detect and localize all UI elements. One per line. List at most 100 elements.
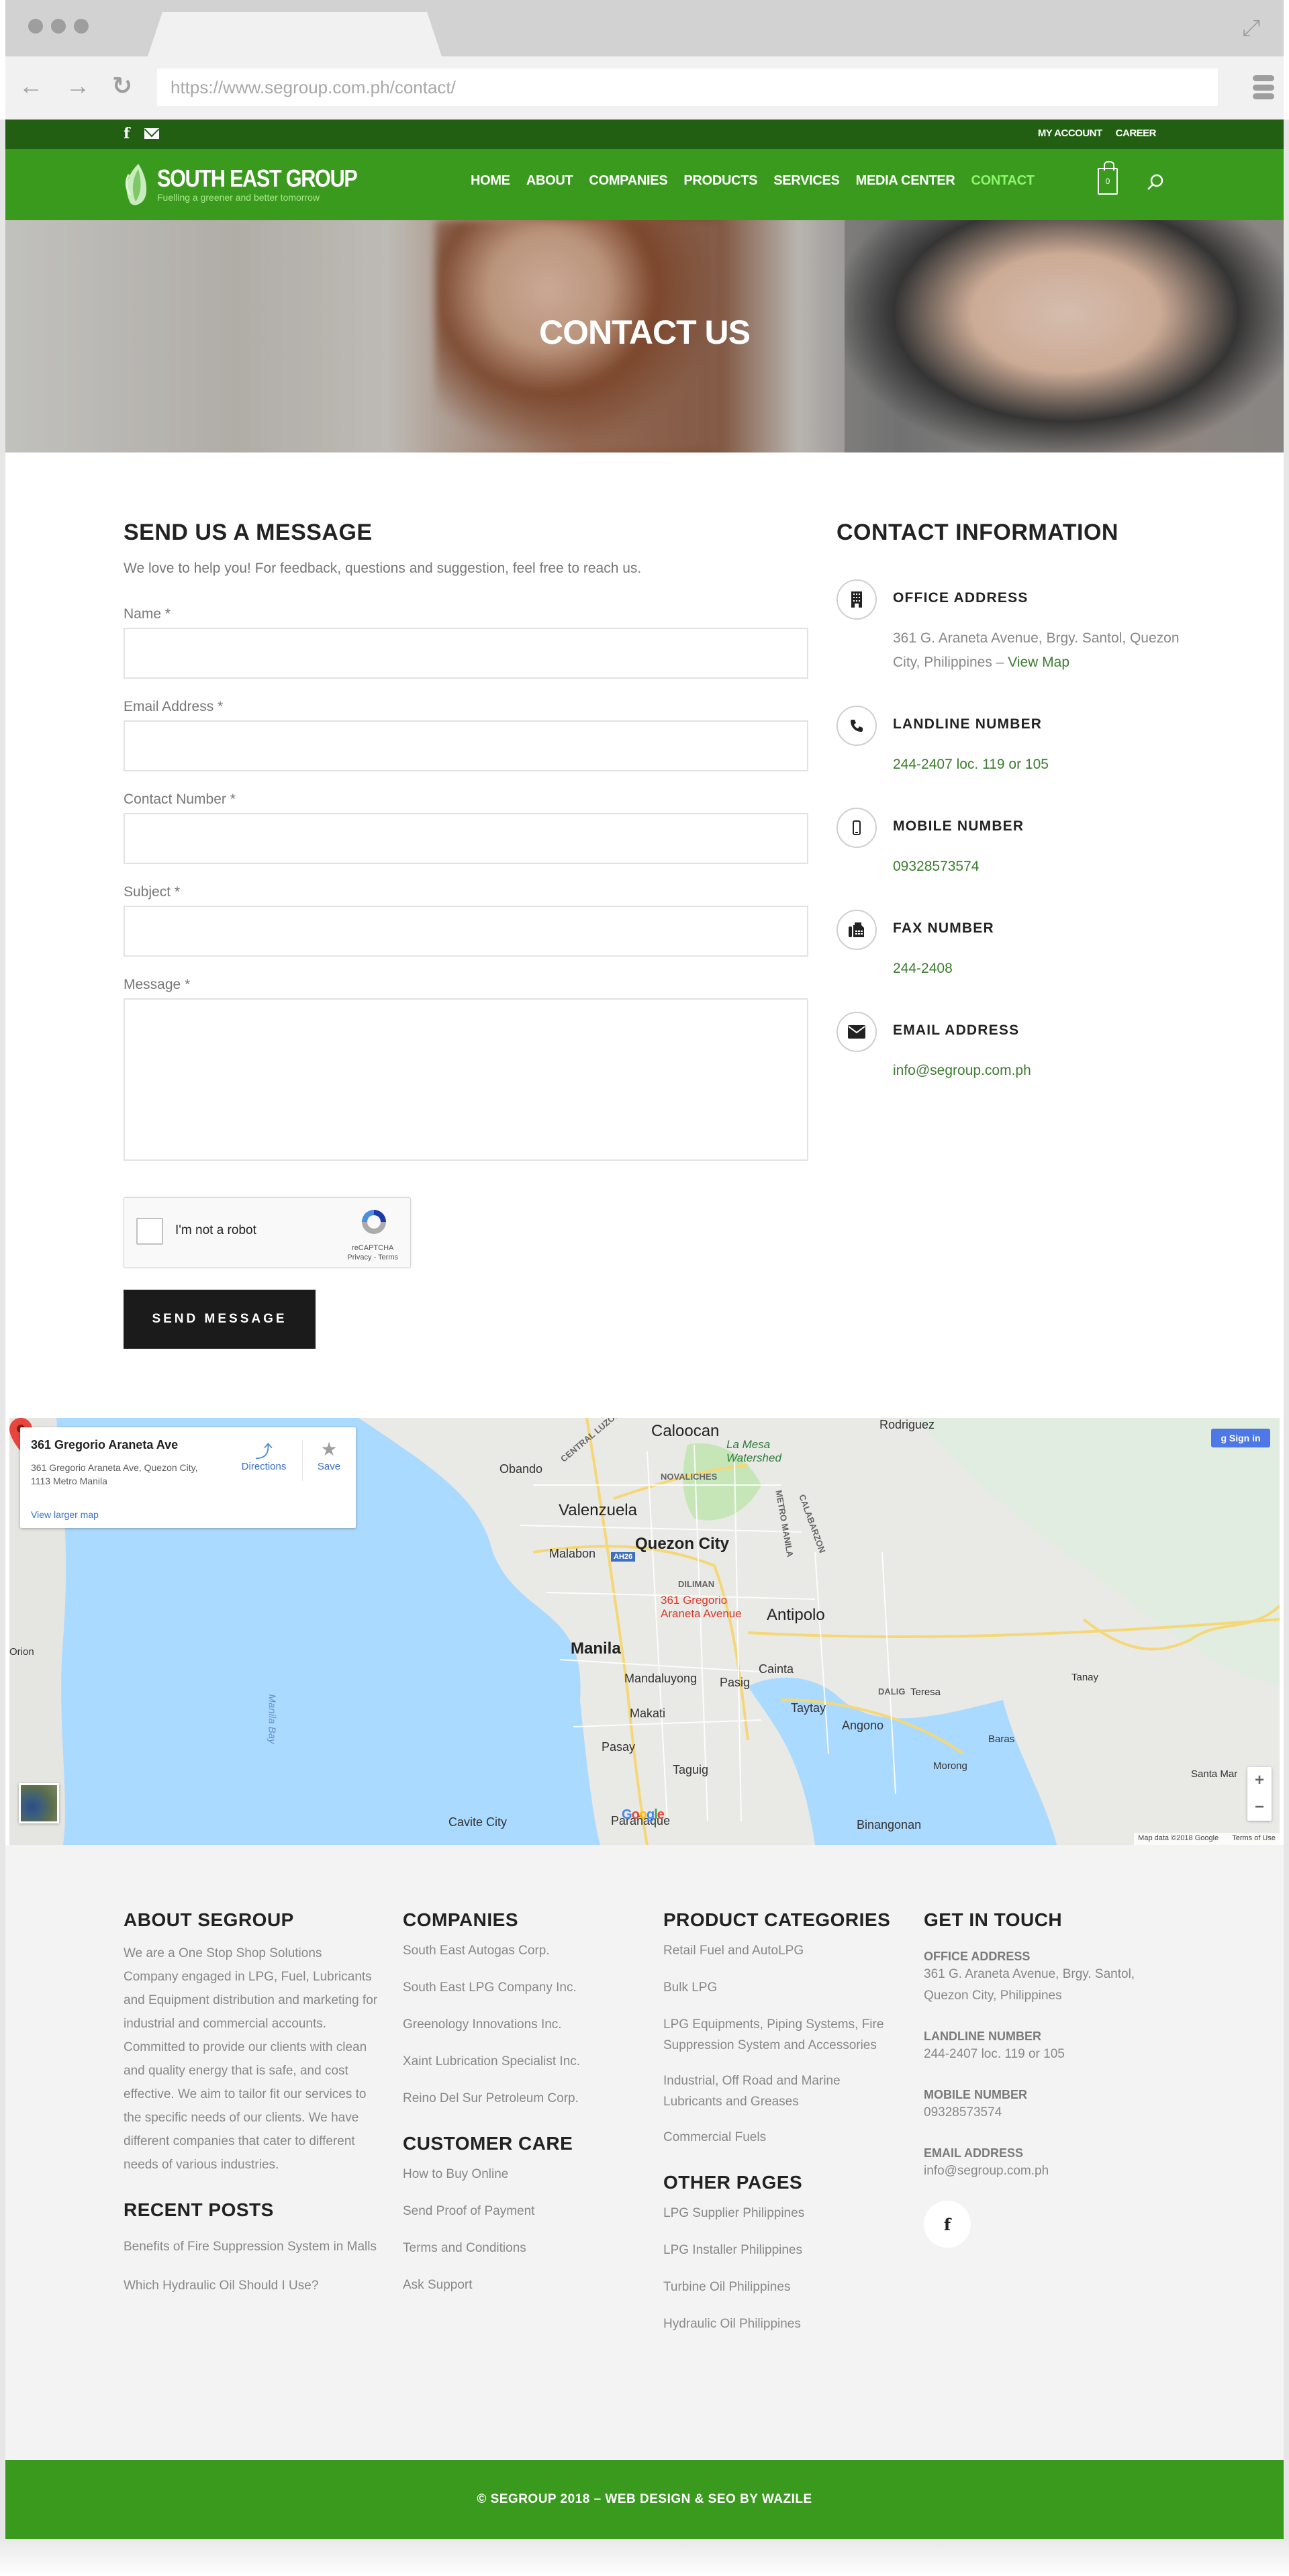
other-page-link[interactable]: Turbine Oil Philippines (663, 2277, 898, 2297)
google-map[interactable]: Caloocan Rodriguez Obando Valenzuela Que… (9, 1418, 1280, 1845)
satellite-view-toggle[interactable] (19, 1783, 59, 1823)
logo-tagline: Fuelling a greener and better tomorrow (157, 192, 320, 203)
name-field[interactable] (124, 628, 808, 679)
search-icon[interactable] (1147, 173, 1164, 191)
fax-heading: FAX NUMBER (893, 920, 994, 936)
company-link[interactable]: Greenology Innovations Inc. (403, 2014, 644, 2035)
map-place: Manila (571, 1639, 621, 1658)
footer-companies-title: COMPANIES (403, 1909, 518, 1930)
window-minimize-dot[interactable] (51, 19, 66, 34)
map-place: Cainta (759, 1662, 794, 1676)
topbar-links: MY ACCOUNT CAREER (1038, 128, 1157, 139)
customer-care-link[interactable]: Terms and Conditions (403, 2238, 644, 2258)
recaptcha-widget: I'm not a robot reCAPTCHA Privacy - Term… (124, 1197, 411, 1268)
contact-number-label: Contact Number * (124, 792, 236, 807)
form-intro: We love to help you! For feedback, quest… (124, 561, 642, 576)
customer-care-link[interactable]: Send Proof of Payment (403, 2201, 644, 2222)
nav-home[interactable]: HOME (471, 173, 510, 189)
recent-posts-title: RECENT POSTS (124, 2199, 274, 2220)
browser-tab[interactable] (148, 12, 442, 56)
map-place: Taytay (791, 1701, 826, 1715)
map-place: Baras (988, 1733, 1015, 1745)
recent-post-link[interactable]: Which Hydraulic Oil Should I Use? (124, 2275, 379, 2296)
mobile-value[interactable]: 09328573574 (893, 855, 1186, 879)
browser-menu-icon[interactable] (1253, 75, 1274, 99)
product-category-link[interactable]: Bulk LPG (663, 1977, 898, 1998)
shopping-bag-icon[interactable]: 0 (1098, 161, 1118, 195)
other-page-link[interactable]: LPG Supplier Philippines (663, 2203, 898, 2224)
landline-value[interactable]: 244-2407 loc. 119 or 105 (893, 753, 1186, 777)
company-link[interactable]: South East LPG Company Inc. (403, 1977, 644, 1998)
subject-field[interactable] (124, 906, 808, 957)
page-title: CONTACT US (538, 314, 751, 351)
recaptcha-checkbox[interactable] (136, 1218, 163, 1245)
product-category-link[interactable]: Industrial, Off Road and Marine Lubrican… (663, 2070, 898, 2112)
message-label: Message * (124, 977, 191, 992)
contact-number-field[interactable] (124, 813, 808, 864)
recaptcha-privacy-terms[interactable]: Privacy - Terms (347, 1253, 398, 1262)
company-link[interactable]: Reino Del Sur Petroleum Corp. (403, 2088, 644, 2109)
nav-services[interactable]: SERVICES (773, 173, 840, 189)
email-field[interactable] (124, 720, 808, 771)
zoom-in-button[interactable]: + (1247, 1767, 1272, 1794)
view-larger-map-link[interactable]: View larger map (31, 1509, 99, 1520)
product-categories-list: Retail Fuel and AutoLPG Bulk LPG LPG Equ… (663, 1940, 898, 2148)
recaptcha-logo-icon (362, 1210, 386, 1234)
map-park-label: La Mesa Watershed (726, 1438, 781, 1464)
map-sign-in-button[interactable]: g Sign in (1211, 1429, 1270, 1447)
window-maximize-dot[interactable] (74, 19, 89, 34)
map-place: Mandaluyong (624, 1672, 698, 1685)
footer-email-value[interactable]: info@segroup.com.ph (924, 2160, 1179, 2182)
nav-companies[interactable]: COMPANIES (589, 173, 667, 189)
contact-information: CONTACT INFORMATION OFFICE ADDRESS 361 G… (837, 520, 1186, 1083)
company-link[interactable]: South East Autogas Corp. (403, 1940, 644, 1961)
directions-button[interactable]: ⤴ Directions (234, 1438, 294, 1472)
footer-product-categories: PRODUCT CATEGORIES Retail Fuel and AutoL… (663, 1909, 898, 2350)
site-logo[interactable]: SOUTH EAST GROUP Fuelling a greener and … (124, 162, 392, 207)
career-link[interactable]: CAREER (1116, 128, 1157, 139)
facebook-icon[interactable]: f (124, 125, 130, 142)
customer-care-link[interactable]: How to Buy Online (403, 2164, 644, 2185)
recent-post-link[interactable]: Benefits of Fire Suppression System in M… (124, 2234, 379, 2259)
other-page-link[interactable]: LPG Installer Philippines (663, 2240, 898, 2260)
customer-care-link[interactable]: Ask Support (403, 2275, 644, 2295)
product-category-link[interactable]: LPG Equipments, Piping Systems, Fire Sup… (663, 2014, 898, 2056)
footer-facebook-icon[interactable]: f (924, 2201, 971, 2248)
copyright-bar: © SEGROUP 2018 – WEB DESIGN & SEO BY WAZ… (5, 2460, 1284, 2539)
url-input[interactable] (157, 68, 1218, 106)
office-address-item: OFFICE ADDRESS 361 G. Araneta Avenue, Br… (837, 579, 1186, 675)
other-page-link[interactable]: Hydraulic Oil Philippines (663, 2313, 898, 2334)
save-button[interactable]: ★ Save (309, 1438, 349, 1472)
email-value[interactable]: info@segroup.com.ph (893, 1059, 1186, 1083)
fax-value: 244-2408 (893, 961, 953, 976)
map-place: Obando (499, 1462, 543, 1476)
product-categories-title: PRODUCT CATEGORIES (663, 1909, 891, 1930)
nav-media-center[interactable]: MEDIA CENTER (856, 173, 955, 189)
map-terms-link[interactable]: Terms of Use (1232, 1834, 1276, 1844)
zoom-out-button[interactable]: − (1247, 1794, 1272, 1821)
hero-banner: CONTACT US (5, 220, 1284, 452)
footer-email-label: EMAIL ADDRESS (924, 2146, 1024, 2160)
window-close-dot[interactable] (28, 19, 43, 34)
nav-contact[interactable]: CONTACT (971, 173, 1034, 189)
footer-get-in-touch: GET IN TOUCH OFFICE ADDRESS 361 G. Arane… (924, 1909, 1179, 2248)
reload-icon[interactable]: ↻ (109, 71, 136, 101)
message-field[interactable] (124, 998, 808, 1161)
nav-products[interactable]: PRODUCTS (683, 173, 757, 189)
other-pages-title: OTHER PAGES (663, 2172, 803, 2193)
product-category-link[interactable]: Commercial Fuels (663, 2127, 898, 2148)
email-icon[interactable] (144, 128, 160, 139)
frame-right (1284, 120, 1289, 2539)
footer-about: ABOUT SEGROUP We are a One Stop Shop Sol… (124, 1909, 379, 2312)
product-category-link[interactable]: Retail Fuel and AutoLPG (663, 1940, 898, 1961)
email-label: Email Address * (124, 699, 224, 714)
company-link[interactable]: Xaint Lubrication Specialist Inc. (403, 2051, 644, 2072)
map-pin-label: 361 Gregorio Araneta Avenue (661, 1594, 742, 1620)
nav-about[interactable]: ABOUT (526, 173, 573, 189)
back-arrow-icon[interactable]: ← (17, 71, 44, 101)
forward-arrow-icon[interactable]: → (64, 71, 91, 101)
view-map-link[interactable]: View Map (1008, 655, 1069, 670)
expand-icon[interactable]: ⤢ (1238, 15, 1265, 42)
send-message-button[interactable]: SEND MESSAGE (124, 1290, 316, 1349)
my-account-link[interactable]: MY ACCOUNT (1038, 128, 1102, 139)
